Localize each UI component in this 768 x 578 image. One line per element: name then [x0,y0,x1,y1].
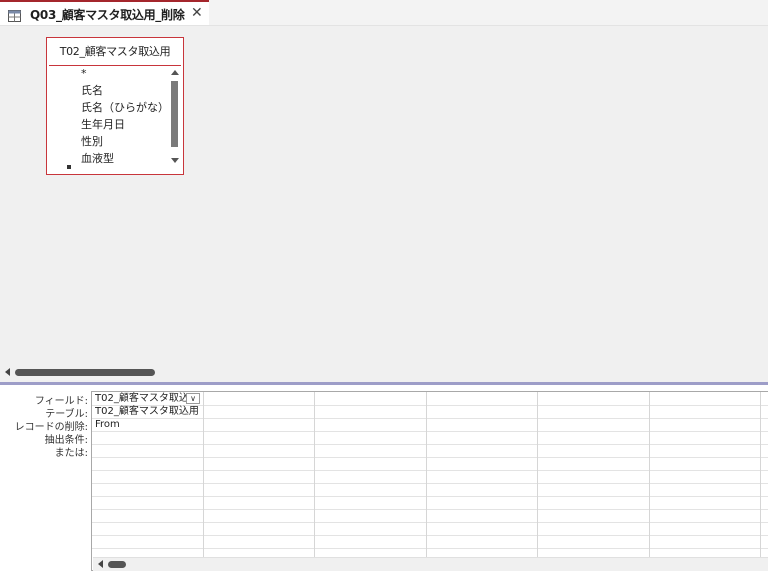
chevron-down-icon[interactable]: ∨ [186,393,200,404]
grid-column-line [426,392,427,557]
grid-row-line [92,535,768,536]
query-tab[interactable]: Q03_顧客マスタ取込用_削除 ✕ [0,0,209,25]
table-pane-hscrollbar[interactable] [0,363,768,381]
close-icon[interactable]: ✕ [191,5,203,21]
tab-title: Q03_顧客マスタ取込用_削除 [30,8,185,22]
scroll-thumb[interactable] [15,369,155,376]
field-cell[interactable]: T02_顧客マスタ取込 [95,392,187,405]
scroll-thumb[interactable] [108,561,126,568]
scroll-down-icon[interactable] [171,158,179,163]
resize-grip-icon [67,165,71,169]
field-item-blood-type[interactable]: 血液型 [81,150,114,167]
scroll-up-icon[interactable] [171,70,179,75]
grid-column-line [760,392,761,557]
query-icon [8,7,21,22]
field-item-birthdate[interactable]: 生年月日 [81,116,125,133]
grid-row-line [92,431,768,432]
field-item-name-hiragana[interactable]: 氏名（ひらがな） [81,99,167,116]
field-list-title[interactable]: T02_顧客マスタ取込用 [47,38,183,65]
row-label-delete: レコードの削除: [14,422,88,433]
field-list-scrollbar[interactable] [168,67,181,171]
grid-column-line [537,392,538,557]
scroll-left-icon[interactable] [98,560,103,568]
grid-row-line [92,522,768,523]
field-item-name[interactable]: 氏名 [81,82,103,99]
table-field-list[interactable]: T02_顧客マスタ取込用 * 氏名 氏名（ひらがな） 生年月日 性別 血液型 [46,37,184,175]
grid-column-line [203,392,204,557]
grid-row-line [92,509,768,510]
delete-cell[interactable]: From [95,418,202,431]
scroll-left-icon[interactable] [5,368,10,376]
grid-column-line [649,392,650,557]
row-label-table: テーブル: [45,409,88,420]
table-pane: T02_顧客マスタ取込用 * 氏名 氏名（ひらがな） 生年月日 性別 血液型 [0,26,768,382]
scroll-thumb[interactable] [171,81,178,147]
field-list-items: * 氏名 氏名（ひらがな） 生年月日 性別 血液型 [47,67,167,173]
row-label-criteria: 抽出条件: [44,435,88,446]
field-item-all[interactable]: * [81,67,87,82]
table-cell[interactable]: T02_顧客マスタ取込用 [95,405,202,418]
grid-row-line [92,470,768,471]
field-item-gender[interactable]: 性別 [81,133,103,150]
grid-row-line [92,444,768,445]
grid-row-line [92,483,768,484]
design-grid-hscrollbar[interactable] [93,557,768,571]
row-label-field: フィールド: [34,396,88,407]
design-grid-pane: フィールド: テーブル: レコードの削除: 抽出条件: または: T02_顧客マ… [0,385,768,578]
row-label-or: または: [54,448,88,459]
grid-row-line [92,548,768,549]
grid-column-line [314,392,315,557]
grid-row-line [92,457,768,458]
document-tab-bar: Q03_顧客マスタ取込用_削除 ✕ [0,0,768,26]
grid-row-line [92,496,768,497]
field-list-divider [49,65,181,66]
design-grid[interactable]: T02_顧客マスタ取込 ∨ T02_顧客マスタ取込用 From [91,391,768,571]
